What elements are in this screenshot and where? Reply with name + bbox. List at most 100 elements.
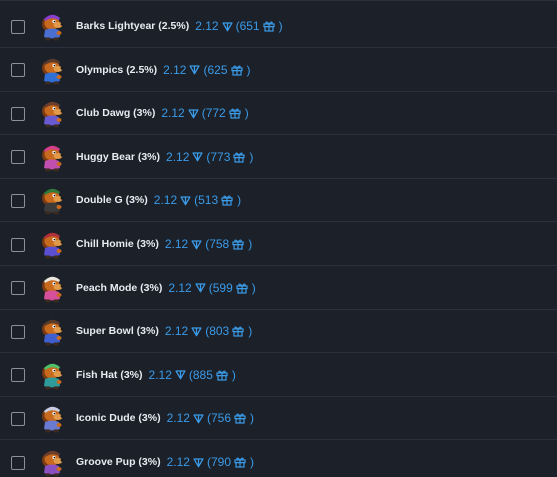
paren-close: ) xyxy=(278,19,283,33)
select-checkbox[interactable] xyxy=(11,411,25,426)
item-label: Huggy Bear (3%) 2.12(773) xyxy=(76,150,253,164)
dog-avatar-icon xyxy=(38,273,66,303)
item-label: Chill Homie (3%) 2.12(758) xyxy=(76,237,252,251)
price-value: 2.12 xyxy=(153,193,178,208)
gift-count: 758 xyxy=(209,237,230,251)
gift-list-item[interactable]: Fish Hat (3%) 2.12(885) xyxy=(0,354,557,397)
gift-icon xyxy=(216,369,228,381)
item-name: Fish Hat (3%) xyxy=(76,368,143,381)
item-price: 2.12(758) xyxy=(165,237,252,251)
paren-close: ) xyxy=(244,106,249,121)
gift-count: 625 xyxy=(207,62,228,77)
paren-close: ) xyxy=(249,149,254,164)
gift-list-item[interactable]: Chill Homie (3%) 2.12(758) xyxy=(0,223,557,266)
gift-count: 599 xyxy=(212,280,233,295)
gift-list-item[interactable]: Peach Mode (3%) 2.12(599) xyxy=(0,267,557,310)
item-price: 2.12(625) xyxy=(163,63,250,77)
item-label: Club Dawg (3%) 2.12(772) xyxy=(76,106,249,120)
dog-avatar-icon xyxy=(38,360,66,390)
item-label: Olympics (2.5%) 2.12(625) xyxy=(76,63,251,77)
gift-list-item[interactable]: Huggy Bear (3%) 2.12(773) xyxy=(0,136,557,179)
gift-icon xyxy=(263,20,275,32)
gift-list: Barks Lightyear (2.5%) 2.12(651) Olympics … xyxy=(0,0,557,477)
ton-diamond-icon xyxy=(193,457,204,468)
item-price: 2.12(756) xyxy=(167,411,254,425)
item-name: Barks Lightyear (2.5%) xyxy=(76,20,190,32)
ton-diamond-icon xyxy=(222,21,233,32)
dog-avatar-icon xyxy=(38,55,66,85)
select-checkbox[interactable] xyxy=(11,324,25,339)
select-checkbox[interactable] xyxy=(11,237,25,252)
select-checkbox[interactable] xyxy=(11,368,25,383)
select-checkbox[interactable] xyxy=(11,63,25,78)
item-label: Super Bowl (3%) 2.12(803) xyxy=(76,324,252,338)
dog-avatar-icon xyxy=(38,229,66,259)
gift-icon xyxy=(233,151,246,163)
paren-close: ) xyxy=(231,367,236,382)
gift-icon xyxy=(234,456,246,468)
item-name: Chill Homie (3%) xyxy=(76,238,159,250)
gift-count: 885 xyxy=(192,367,213,382)
gift-list-item[interactable]: Olympics (2.5%) 2.12(625) xyxy=(0,49,557,92)
price-value: 2.12 xyxy=(168,280,192,295)
paren-close: ) xyxy=(248,324,253,339)
select-checkbox[interactable] xyxy=(11,455,25,470)
ton-diamond-icon xyxy=(180,195,191,206)
ton-diamond-icon xyxy=(175,369,186,380)
dog-avatar-icon xyxy=(38,447,66,477)
item-name: Club Dawg (3%) xyxy=(76,107,156,120)
ton-diamond-icon xyxy=(192,151,203,162)
item-name: Super Bowl (3%) xyxy=(76,325,159,338)
item-price: 2.12(790) xyxy=(167,455,254,469)
paren-close: ) xyxy=(246,62,251,77)
ton-diamond-icon xyxy=(195,282,206,293)
price-value: 2.12 xyxy=(166,149,190,164)
select-checkbox[interactable] xyxy=(11,193,25,208)
price-value: 2.12 xyxy=(166,411,190,426)
price-value: 2.12 xyxy=(148,367,172,382)
gift-icon xyxy=(230,64,243,76)
gift-count: 772 xyxy=(205,106,226,121)
gift-list-item[interactable]: Barks Lightyear (2.5%) 2.12(651) xyxy=(0,5,557,48)
dog-avatar-icon xyxy=(38,11,66,41)
ton-diamond-icon xyxy=(191,326,202,337)
select-checkbox[interactable] xyxy=(11,281,25,296)
item-price: 2.12(803) xyxy=(165,324,252,338)
select-checkbox[interactable] xyxy=(11,19,25,34)
item-label: Groove Pup (3%) 2.12(790) xyxy=(76,455,254,469)
paren-close: ) xyxy=(251,280,256,295)
dog-avatar-icon xyxy=(38,142,66,172)
gift-icon xyxy=(234,412,246,424)
ton-diamond-icon xyxy=(189,64,201,75)
gift-icon xyxy=(232,325,244,337)
item-price: 2.12(772) xyxy=(161,106,248,120)
price-value: 2.12 xyxy=(166,455,190,469)
item-name: Double G (3%) xyxy=(76,194,148,207)
item-label: Iconic Dude (3%) 2.12(756) xyxy=(76,411,254,425)
item-price: 2.12(513) xyxy=(154,193,241,207)
item-name: Groove Pup (3%) xyxy=(76,456,161,468)
gift-list-item[interactable]: Double G (3%) 2.12(513) xyxy=(0,179,557,223)
gift-count: 790 xyxy=(210,455,231,469)
gift-count: 803 xyxy=(209,324,230,339)
select-checkbox[interactable] xyxy=(11,106,25,121)
item-price: 2.12(773) xyxy=(166,150,253,164)
gift-count: 513 xyxy=(198,193,219,208)
gift-list-item[interactable]: Super Bowl (3%) 2.12(803) xyxy=(0,310,557,354)
gift-list-item[interactable]: Iconic Dude (3%) 2.12(756) xyxy=(0,397,557,441)
ton-diamond-icon xyxy=(188,108,199,119)
ton-diamond-icon xyxy=(191,239,202,250)
select-checkbox[interactable] xyxy=(11,150,25,165)
price-value: 2.12 xyxy=(195,19,219,33)
dog-avatar-icon xyxy=(38,316,66,346)
price-value: 2.12 xyxy=(163,62,187,77)
ton-diamond-icon xyxy=(193,413,204,424)
gift-icon xyxy=(221,194,233,206)
gift-list-item[interactable]: Club Dawg (3%) 2.12(772) xyxy=(0,92,557,136)
item-label: Barks Lightyear (2.5%) 2.12(651) xyxy=(76,19,283,33)
item-name: Peach Mode (3%) xyxy=(76,281,163,294)
item-label: Double G (3%) 2.12(513) xyxy=(76,193,241,207)
price-value: 2.12 xyxy=(161,106,185,121)
top-divider xyxy=(0,0,557,1)
gift-list-item[interactable]: Groove Pup (3%) 2.12(790) xyxy=(0,441,557,477)
